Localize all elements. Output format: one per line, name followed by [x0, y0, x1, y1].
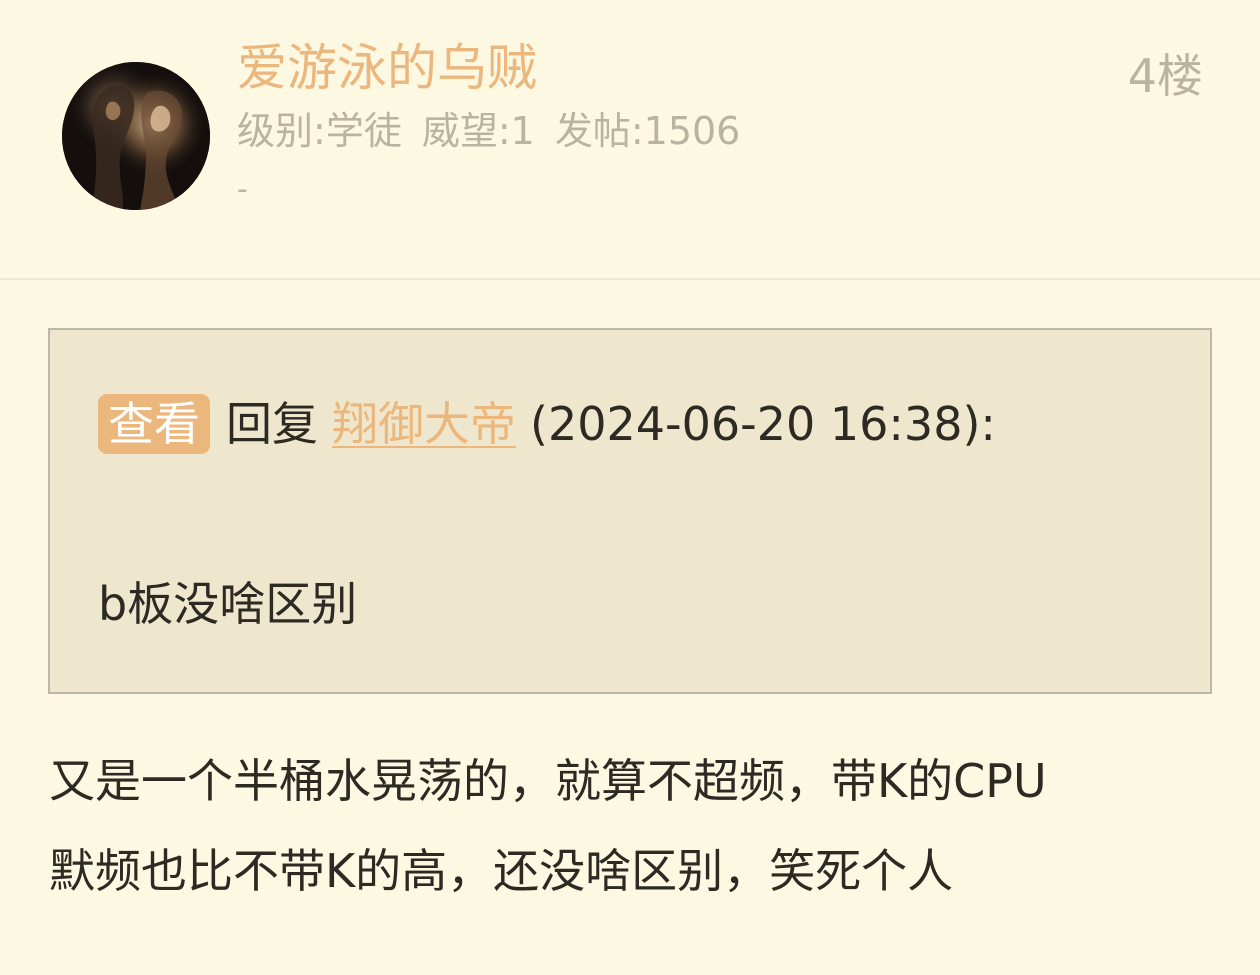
- author-signature: -: [237, 172, 248, 207]
- author-name[interactable]: 爱游泳的乌贼: [237, 38, 537, 98]
- quote-timestamp: (2024-06-20 16:38):: [530, 397, 996, 451]
- quote-header: 查看 回复 翔御大帝 (2024-06-20 16:38):: [98, 394, 996, 454]
- reply-label: 回复: [226, 397, 318, 451]
- post-body-line: 又是一个半桶水晃荡的，就算不超频，带K的CPU: [49, 754, 1047, 808]
- post-body-line: 默频也比不带K的高，还没啥区别，笑死个人: [49, 844, 954, 898]
- floor-number: 4楼: [1127, 49, 1203, 103]
- posts-value: 1506: [643, 109, 741, 153]
- quote-block: 查看 回复 翔御大帝 (2024-06-20 16:38): b板没啥区别: [48, 328, 1212, 694]
- posts-label: 发帖:: [554, 109, 644, 153]
- view-quote-button[interactable]: 查看: [98, 394, 210, 454]
- author-meta: 级别:学徒 威望:1 发帖:1506: [237, 106, 740, 156]
- level-label: 级别:: [237, 109, 326, 153]
- post-header: 爱游泳的乌贼 级别:学徒 威望:1 发帖:1506 - 4楼: [0, 0, 1260, 280]
- quote-text: b板没啥区别: [98, 577, 358, 631]
- avatar-photo-icon: [62, 62, 210, 210]
- post-body: 又是一个半桶水晃荡的，就算不超频，带K的CPU 默频也比不带K的高，还没啥区别，…: [49, 736, 1214, 916]
- level-value: 学徒: [325, 109, 402, 153]
- quoted-user-link[interactable]: 翔御大帝: [332, 397, 516, 451]
- prestige-label: 威望:: [421, 109, 511, 153]
- avatar[interactable]: [62, 62, 210, 210]
- prestige-value: 1: [510, 109, 535, 153]
